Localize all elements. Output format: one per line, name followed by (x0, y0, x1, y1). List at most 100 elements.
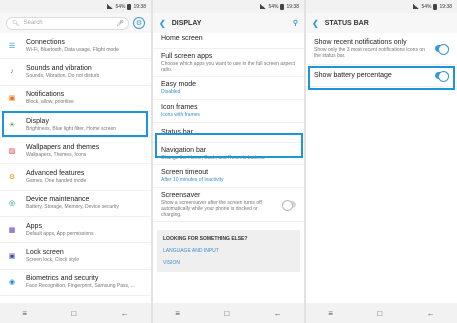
search-input[interactable]: 🔍︎ Search 🎤︎ (6, 16, 129, 30)
item-title: Notifications (26, 91, 65, 99)
battery-text: 54% (115, 3, 126, 10)
battery-text: 54% (268, 3, 279, 10)
recents-button[interactable]: ≡ (175, 309, 180, 318)
item-subtitle: Wi-Fi, Bluetooth, Data usage, Flight mod… (26, 46, 119, 53)
app-bar: ❮ STATUS BAR (306, 13, 457, 33)
item-subtitle: Choose which apps you want to use in the… (161, 61, 295, 73)
home-button[interactable]: □ (224, 309, 229, 318)
display-item-icon-frames[interactable]: Icon frames Icons with frames (153, 100, 304, 123)
settings-item-apps[interactable]: ▦ Apps Default apps, App permissions (0, 217, 151, 244)
item-title: Connections (26, 38, 65, 46)
settings-item-display[interactable]: ☀ Display Brightness, Blue light filter, H… (0, 112, 151, 139)
settings-panel: 54% 19:38 🔍︎ Search 🎤︎ ⚙ ☰ Connections Wi-… (0, 0, 151, 323)
item-value: Disabled (161, 89, 181, 95)
vision-link[interactable]: VISION (163, 260, 294, 266)
item-value: Icons with frames (161, 112, 200, 118)
item-title: Screensaver (161, 192, 201, 199)
clock-text: 19:38 (286, 3, 299, 10)
display-item-full-screen-apps[interactable]: Full screen apps Choose which apps you wa… (153, 49, 304, 77)
back-arrow-icon[interactable]: ❮ (159, 19, 166, 28)
recent-notifications-toggle[interactable] (435, 44, 449, 55)
recents-button[interactable]: ≡ (328, 309, 333, 318)
item-title: Lock screen (26, 249, 64, 257)
clock-text: 19:38 (133, 3, 146, 10)
back-arrow-icon[interactable]: ❮ (312, 19, 319, 28)
status-bar: 54% 19:38 (0, 0, 151, 13)
status-bar: 54% 19:38 (153, 0, 304, 13)
item-subtitle: Screen lock, Clock style (26, 257, 80, 264)
biometrics-icon: ◉ (8, 279, 16, 287)
maintenance-icon: ◎ (8, 200, 16, 208)
battery-percentage-setting[interactable]: Show battery percentage (306, 65, 457, 87)
item-title: Home screen (161, 35, 203, 42)
display-list: Home screen Full screen apps Choose which … (153, 29, 304, 222)
nav-bar: ≡ □ ← (306, 303, 457, 323)
settings-item-lock-screen[interactable]: ▣ Lock screen Screen lock, Clock style (0, 243, 151, 270)
item-title: Status bar (161, 129, 193, 136)
item-title: Sounds and vibration (26, 64, 92, 72)
item-subtitle: Show a screensaver after the screen turn… (161, 200, 262, 218)
sound-icon: ♪ (10, 68, 14, 76)
search-icon: 🔍︎ (12, 20, 20, 27)
settings-item-advanced-features[interactable]: ⚙ Advanced features Games, One handed mode (0, 164, 151, 191)
item-title: Screen timeout (161, 169, 209, 176)
settings-item-notifications[interactable]: ▣ Notifications Block, allow, prioritise (0, 86, 151, 112)
signal-icon (260, 4, 267, 9)
battery-percentage-toggle[interactable] (435, 71, 449, 82)
status-bar: 54% 19:38 (306, 0, 457, 13)
item-title: Advanced features (26, 170, 85, 178)
screensaver-toggle[interactable] (282, 200, 296, 211)
item-title: Easy mode (161, 81, 197, 88)
settings-item-connections[interactable]: ☰ Connections Wi-Fi, Bluetooth, Data usage… (0, 33, 151, 60)
item-value: After 10 minutes of inactivity (161, 177, 224, 183)
settings-item-biometrics-and-security[interactable]: ◉ Biometrics and security Face Recognition… (0, 270, 151, 296)
display-panel: 54% 19:38 ❮ DISPLAY ⚲ Home screen Full sc… (153, 0, 304, 323)
settings-gear-button[interactable]: ⚙ (133, 17, 145, 29)
signal-icon (107, 4, 114, 9)
item-subtitle: Face Recognition, Fingerprint, Samsung P… (26, 283, 135, 290)
status-bar-panel: 54% 19:38 ❮ STATUS BAR Show recent notif… (306, 0, 457, 323)
page-title: STATUS BAR (324, 19, 369, 27)
wallpaper-icon: ▨ (8, 147, 16, 155)
display-item-status-bar[interactable]: Status bar (153, 123, 304, 143)
item-subtitle: Change the Home, Back, and Recents butto… (161, 155, 266, 161)
battery-text: 54% (421, 3, 432, 10)
item-title: Navigation bar (161, 147, 207, 154)
display-item-easy-mode[interactable]: Easy mode Disabled (153, 77, 304, 100)
home-button[interactable]: □ (71, 309, 76, 318)
item-title: Device maintenance (26, 196, 90, 204)
back-button[interactable]: ← (121, 309, 129, 318)
item-subtitle: Battery, Storage, Memory, Device securit… (26, 204, 119, 211)
page-title: DISPLAY (171, 19, 202, 27)
search-icon[interactable]: ⚲ (293, 19, 298, 27)
recent-notifications-setting[interactable]: Show recent notifications only Show only… (306, 33, 457, 65)
settings-item-wallpapers-and-themes[interactable]: ▨ Wallpapers and themes Wallpapers, Themes… (0, 138, 151, 165)
search-row: 🔍︎ Search 🎤︎ ⚙ (0, 13, 151, 33)
settings-item-device-maintenance[interactable]: ◎ Device maintenance Battery, Storage, Mem… (0, 191, 151, 218)
display-item-home-screen[interactable]: Home screen (153, 29, 304, 49)
item-title: Full screen apps (161, 53, 213, 60)
display-item-screen-timeout[interactable]: Screen timeout After 10 minutes of inacti… (153, 165, 304, 188)
language-input-link[interactable]: LANGUAGE AND INPUT (163, 248, 294, 254)
item-subtitle: Games, One handed mode (26, 178, 87, 185)
item-title: Display (26, 117, 49, 125)
recents-button[interactable]: ≡ (22, 309, 27, 318)
home-button[interactable]: □ (377, 309, 382, 318)
setting-title: Show battery percentage (314, 72, 392, 79)
item-title: Wallpapers and themes (26, 143, 100, 151)
search-placeholder: Search (23, 20, 43, 26)
lock-icon: ▣ (8, 253, 16, 261)
settings-item-sounds-and-vibration[interactable]: ♪ Sounds and vibration Sounds, Vibration, … (0, 59, 151, 86)
display-item-navigation-bar[interactable]: Navigation bar Change the Home, Back, and… (153, 143, 304, 165)
connections-icon: ☰ (8, 42, 16, 50)
nav-bar: ≡ □ ← (153, 303, 304, 323)
signal-icon (413, 4, 420, 9)
mic-icon[interactable]: 🎤︎ (116, 19, 124, 27)
settings-list: ☰ Connections Wi-Fi, Bluetooth, Data usage… (0, 33, 151, 296)
back-button[interactable]: ← (274, 309, 282, 318)
back-button[interactable]: ← (427, 309, 435, 318)
display-item-screensaver[interactable]: Screensaver Show a screensaver after the … (153, 188, 304, 222)
battery-icon (280, 3, 285, 10)
setting-subtitle: Show only the 3 most recent notification… (314, 47, 425, 59)
looking-for-box: LOOKING FOR SOMETHING ELSE? LANGUAGE AND… (157, 230, 300, 272)
